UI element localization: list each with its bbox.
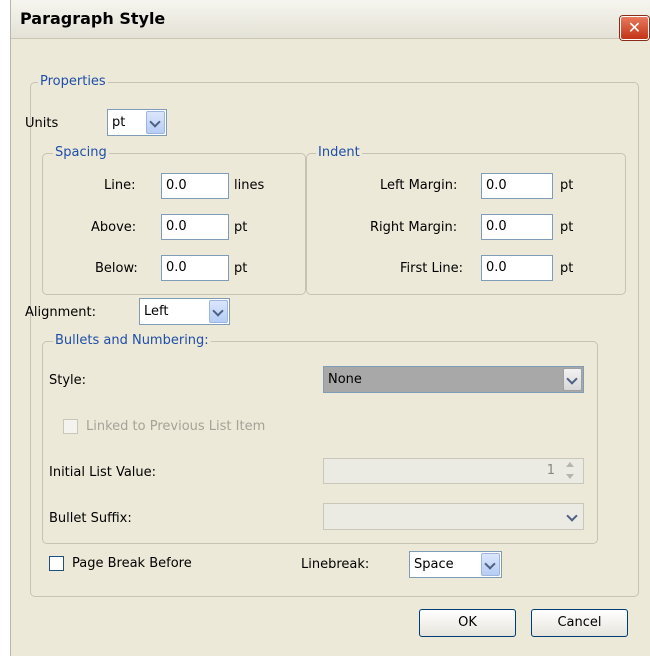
first-line-label: First Line: [400,261,463,276]
bullet-suffix-label: Bullet Suffix: [49,511,132,526]
below-spacing-field[interactable]: 0.0 [161,255,229,281]
linked-to-previous-label: Linked to Previous List Item [86,419,266,434]
above-spacing-field[interactable]: 0.0 [161,214,229,240]
above-unit: pt [234,220,248,235]
page-break-before-checkbox[interactable] [49,556,64,571]
linked-to-previous-checkbox[interactable] [63,419,78,434]
properties-legend: Properties [38,74,108,89]
first-line-field[interactable]: 0.0 [481,255,553,281]
left-margin-label: Left Margin: [380,178,458,193]
below-unit: pt [234,261,248,276]
bullet-style-dropdown[interactable]: None [323,366,584,393]
alignment-label: Alignment: [25,305,96,320]
linebreak-dropdown[interactable]: Space [409,551,502,578]
cancel-button[interactable]: Cancel [531,609,628,637]
bullet-style-value: None [328,372,362,387]
first-line-unit: pt [560,261,574,276]
indent-group [306,153,626,295]
linebreak-value: Space [414,557,454,572]
chevron-down-icon [563,368,582,391]
spinner-down-icon[interactable] [566,474,574,479]
below-label: Below: [95,261,138,276]
close-button[interactable]: ✕ [620,16,649,40]
chevron-down-icon [146,111,165,134]
style-label: Style: [49,373,87,388]
alignment-value: Left [144,304,169,319]
close-icon: ✕ [627,18,642,37]
line-unit: lines [234,178,265,193]
above-label: Above: [91,220,137,235]
dialog-title: Paragraph Style [20,9,166,28]
units-label: Units [25,116,59,131]
units-dropdown[interactable]: pt [107,109,167,136]
initial-list-value: 1 [546,463,555,478]
ok-button[interactable]: OK [419,609,516,637]
chevron-down-icon [563,505,582,528]
initial-list-value-label: Initial List Value: [49,465,157,480]
title-bar: Paragraph Style ✕ [11,0,650,40]
right-margin-label: Right Margin: [370,220,458,235]
line-label: Line: [104,178,136,193]
left-margin-field[interactable]: 0.0 [481,173,553,199]
chevron-down-icon [209,300,228,323]
spacing-legend: Spacing [53,145,109,160]
left-margin-unit: pt [560,178,574,193]
indent-legend: Indent [316,145,362,160]
bullet-suffix-dropdown[interactable] [323,503,584,530]
right-margin-unit: pt [560,220,574,235]
spinner-up-icon[interactable] [566,462,574,467]
linebreak-label: Linebreak: [301,557,370,572]
chevron-down-icon [481,553,500,576]
bullets-legend: Bullets and Numbering: [53,333,211,348]
page-break-before-label: Page Break Before [72,556,192,571]
initial-list-value-field[interactable]: 1 [323,458,584,484]
right-margin-field[interactable]: 0.0 [481,214,553,240]
line-spacing-field[interactable]: 0.0 [161,173,229,199]
paragraph-style-dialog: Paragraph Style ✕ Properties Units pt Sp… [10,0,650,656]
units-value: pt [112,115,126,130]
alignment-dropdown[interactable]: Left [139,298,230,325]
